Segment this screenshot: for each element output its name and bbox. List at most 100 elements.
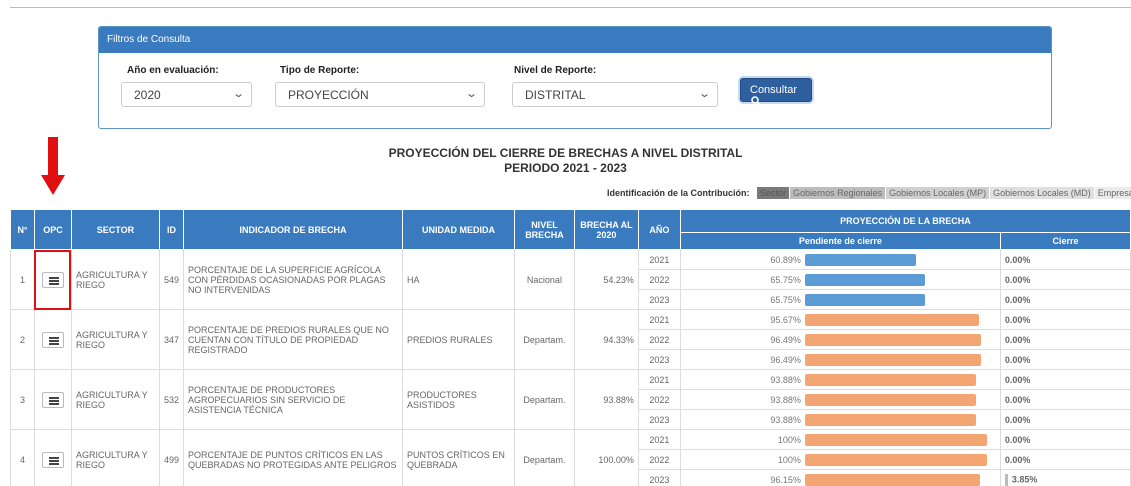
nivel-select[interactable]: DISTRITAL ⌄ [512,82,718,107]
search-icon [751,96,761,106]
pendiente-bar [804,253,916,266]
legend-chip: Gobiernos Locales (MD) [990,187,1094,199]
col-anio: AÑO [637,209,681,250]
col-cierre: Cierre [999,232,1131,250]
pendiente-bar [804,453,987,466]
nivel-cell: Departam. [513,309,575,370]
brecha-cell: 100.00% [573,429,639,486]
filters-header: Filtros de Consulta [99,27,1051,53]
pendiente-cell: 100% [679,429,1001,450]
pendiente-cell: 65.75% [679,289,1001,310]
brecha-cell: 93.88% [573,369,639,430]
pendiente-bar [804,293,925,306]
legend-chip: Gobiernos Regionales [790,187,886,199]
list-icon [48,276,59,285]
list-options-button[interactable] [41,391,64,408]
cierre-bar [1004,473,1008,486]
col-unidad: UNIDAD MEDIDA [401,209,515,250]
col-brecha: BRECHA AL 2020 [573,209,639,250]
tipo-select[interactable]: PROYECCIÓN ⌄ [275,82,485,107]
legend-chip: Empresas [1094,187,1131,199]
cierre-value: 0.00% [1004,414,1031,425]
sector-cell: AGRICULTURA Y RIEGO [70,249,160,310]
cierre-cell: 0.00% [999,349,1131,370]
pendiente-bar [804,333,981,346]
pendiente-value: 93.88% [770,394,801,405]
anio-label: Año en evaluación: [127,65,219,76]
col-id: ID [158,209,184,250]
anio-select[interactable]: 2020 ⌄ [121,82,252,107]
pendiente-value: 100% [777,434,801,445]
pendiente-value: 95.67% [770,314,801,325]
pendiente-cell: 93.88% [679,389,1001,410]
col-pendiente: Pendiente de cierre [679,232,1001,250]
unidad-cell: PUNTOS CRÍTICOS EN QUEBRADA [401,429,515,486]
legend-chip: Gobiernos Locales (MP) [886,187,990,199]
page: Filtros de Consulta Año en evaluación: 2… [0,0,1131,486]
opc-cell [33,369,72,430]
contribution-legend: Identificación de la Contribución: Secto… [607,187,1131,199]
pendiente-value: 93.88% [770,414,801,425]
unidad-cell: HA [401,249,515,310]
nivel-label: Nivel de Reporte: [514,65,597,76]
report-title: PROYECCIÓN DEL CIERRE DE BRECHAS A NIVEL… [388,146,743,160]
table-row: 4 AGRICULTURA Y RIEGO 499 PORCENTAJE DE PUN… [10,429,1131,486]
opc-cell [33,309,72,370]
col-proyeccion: PROYECCIÓN DE LA BRECHA [679,209,1131,233]
indicador-cell: PORCENTAJE DE PRODUCTORES AGROPECUARIOS … [182,369,403,430]
cierre-cell: 0.00% [999,289,1131,310]
col-indicador: INDICADOR DE BRECHA [182,209,403,250]
consultar-button[interactable]: Consultar [740,78,812,106]
cierre-value: 0.00% [1004,454,1031,465]
cierre-cell: 0.00% [999,429,1131,450]
list-icon [48,396,59,405]
anio-cell: 2022 [637,329,681,350]
cierre-value: 0.00% [1004,394,1031,405]
sector-cell: AGRICULTURA Y RIEGO [70,429,160,486]
pendiente-cell: 93.88% [679,409,1001,430]
consultar-label: Consultar [750,84,798,96]
pendiente-bar [804,413,976,426]
pendiente-value: 96.49% [770,334,801,345]
anio-cell: 2022 [637,449,681,470]
cierre-value: 0.00% [1004,374,1031,385]
list-icon [48,336,59,345]
brecha-cell: 94.33% [573,309,639,370]
unidad-cell: PRODUCTORES ASISTIDOS [401,369,515,430]
indicador-cell: PORCENTAJE DE PUNTOS CRÍTICOS EN LAS QUE… [182,429,403,486]
filters-panel: Filtros de Consulta Año en evaluación: 2… [98,26,1052,129]
legend-label: Identificación de la Contribución: [607,188,750,198]
row-number: 3 [10,369,35,430]
col-n: N° [10,209,35,250]
anio-cell: 2022 [637,269,681,290]
indicador-cell: PORCENTAJE DE LA SUPERFICIE AGRÍCOLA CON… [182,249,403,310]
brechas-table: N° OPC SECTOR ID INDICADOR DE BRECHA UNI… [10,209,1131,486]
anio-cell: 2021 [637,309,681,330]
row-number: 2 [10,309,35,370]
id-cell: 347 [158,309,184,370]
chevron-down-icon: ⌄ [464,88,478,100]
pendiente-bar [804,393,976,406]
pendiente-cell: 96.49% [679,349,1001,370]
pendiente-value: 65.75% [770,274,801,285]
list-options-button[interactable] [41,451,64,468]
indicador-cell: PORCENTAJE DE PREDIOS RURALES QUE NO CUE… [182,309,403,370]
nivel-cell: Nacional [513,249,575,310]
pendiente-value: 96.15% [770,474,801,485]
list-options-button[interactable] [41,331,64,348]
pendiente-cell: 95.67% [679,309,1001,330]
pendiente-cell: 96.49% [679,329,1001,350]
pendiente-bar [804,273,925,286]
anio-value: 2020 [134,88,161,102]
cierre-value: 3.85% [1011,473,1038,484]
chevron-down-icon: ⌄ [231,88,245,100]
cierre-cell: 3.85% [999,469,1131,486]
nivel-cell: Departam. [513,429,575,486]
cierre-cell: 0.00% [999,449,1131,470]
anio-cell: 2021 [637,369,681,390]
cierre-value: 0.00% [1004,294,1031,305]
list-options-button[interactable] [41,271,64,288]
anio-cell: 2023 [637,289,681,310]
anio-cell: 2021 [637,429,681,450]
pendiente-cell: 65.75% [679,269,1001,290]
